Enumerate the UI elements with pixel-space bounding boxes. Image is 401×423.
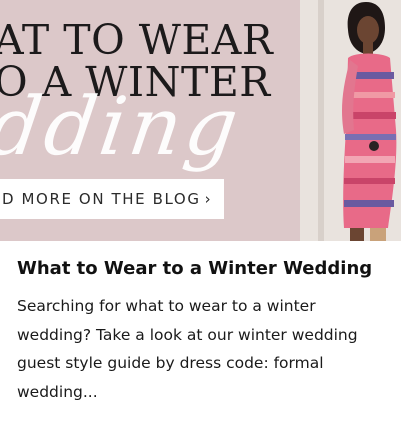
post-content: What to Wear to a Winter Wedding Searchi…	[17, 255, 389, 406]
model-photo	[342, 2, 397, 241]
hero-script-text: dding	[0, 80, 248, 173]
read-more-label: D MORE ON THE BLOG	[2, 190, 201, 208]
post-title[interactable]: What to Wear to a Winter Wedding	[17, 255, 389, 283]
post-excerpt: Searching for what to wear to a winter w…	[17, 297, 358, 401]
blog-post-card[interactable]: AT TO WEAR O A WINTER dding D MORE ON TH…	[0, 0, 401, 423]
hero-headline-line-1: AT TO WEAR	[0, 16, 274, 64]
chevron-right-icon: ›	[204, 190, 213, 208]
featured-image[interactable]: AT TO WEAR O A WINTER dding D MORE ON TH…	[0, 0, 401, 241]
read-more-button[interactable]: D MORE ON THE BLOG ›	[0, 179, 224, 219]
